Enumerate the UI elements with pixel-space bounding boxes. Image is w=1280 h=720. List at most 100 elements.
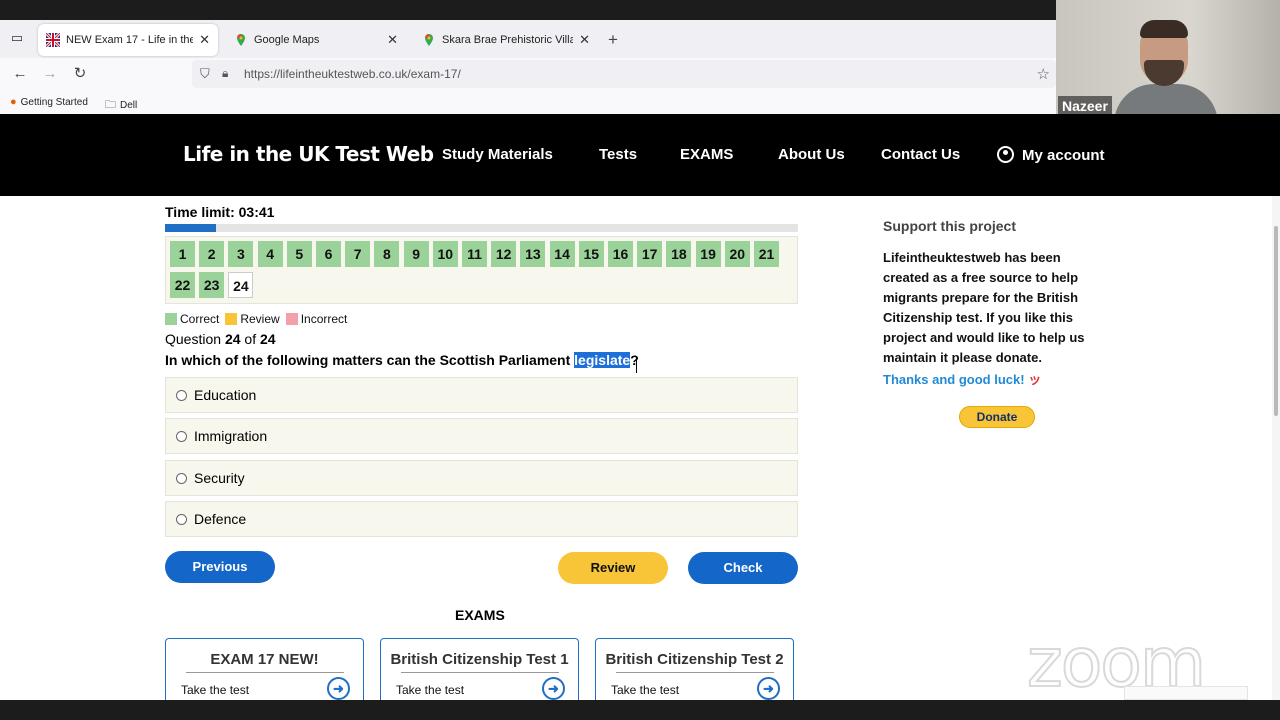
legend-review: Review — [225, 312, 280, 326]
question-number-button[interactable]: 15 — [578, 241, 604, 267]
nav-contact-us[interactable]: Contact Us — [881, 146, 960, 163]
site-logo[interactable]: Life in the UK Test Web — [183, 142, 434, 166]
nav-exams[interactable]: EXAMS — [680, 146, 733, 163]
answer-option[interactable]: Defence — [165, 501, 798, 537]
tab-strip: ▭ NEW Exam 17 - Life in the UK T ✕ Googl… — [0, 20, 1056, 58]
check-button[interactable]: Check — [688, 552, 798, 584]
firefox-icon: ● — [10, 96, 17, 108]
question-number-button[interactable]: 2 — [199, 241, 225, 267]
nav-my-account[interactable]: My account — [997, 146, 1105, 164]
scrollbar-thumb[interactable] — [1274, 226, 1278, 416]
tab-list-icon[interactable]: ▭ — [8, 30, 26, 48]
legend-swatch-incorrect — [285, 313, 298, 325]
text-cursor — [636, 357, 642, 373]
question-number-button[interactable]: 1 — [170, 241, 195, 267]
lock-icon[interactable]: 🔒︎ — [222, 66, 228, 81]
question-number-button[interactable]: 19 — [695, 241, 721, 267]
exam-card-title: British Citizenship Test 1 — [390, 651, 569, 668]
exam-card[interactable]: British Citizenship Test 1 Take the test… — [380, 638, 579, 700]
question-number-button[interactable]: 5 — [286, 241, 312, 267]
donate-button[interactable]: Donate — [959, 406, 1035, 428]
question-number-button[interactable]: 21 — [754, 241, 779, 267]
take-test-link[interactable]: Take the test — [396, 683, 464, 697]
radio-button[interactable] — [176, 430, 187, 442]
scrollbar[interactable] — [1272, 196, 1280, 700]
participant-name: Nazeer — [1058, 96, 1112, 116]
radio-button[interactable] — [176, 389, 187, 401]
nav-about-us[interactable]: About Us — [778, 146, 845, 163]
question-number-button[interactable]: 10 — [432, 241, 458, 267]
question-number-button[interactable]: 22 — [170, 272, 195, 298]
arrow-right-icon[interactable]: ➜ — [757, 677, 780, 700]
timer-progress-fill — [165, 224, 216, 232]
question-number-button[interactable]: 17 — [637, 241, 663, 267]
url-text[interactable]: https://lifeintheuktestweb.co.uk/exam-17… — [244, 67, 461, 81]
close-icon[interactable]: ✕ — [387, 32, 398, 48]
answer-option[interactable]: Security — [165, 460, 798, 496]
nav-study-materials[interactable]: Study Materials — [442, 146, 553, 163]
site-header: Life in the UK Test Web Study Materials … — [0, 114, 1280, 196]
question-number-button[interactable]: 18 — [666, 241, 692, 267]
tab-google-maps[interactable]: Google Maps ✕ — [226, 24, 406, 56]
legend: Correct Review Incorrect — [165, 312, 353, 326]
webcam-video: Nazeer — [1056, 0, 1280, 126]
question-number-button[interactable]: 16 — [608, 241, 633, 267]
forward-icon[interactable]: → — [40, 64, 60, 84]
exam-card-title: EXAM 17 NEW! — [210, 651, 319, 668]
question-number-button[interactable]: 13 — [520, 241, 546, 267]
question-number-button[interactable]: 9 — [403, 241, 429, 267]
support-title: Support this project — [883, 218, 1016, 234]
person-hair — [1140, 20, 1188, 38]
question-number-button[interactable]: 7 — [345, 241, 371, 267]
exam-card-title: British Citizenship Test 2 — [605, 651, 784, 668]
question-number-button[interactable]: 20 — [724, 241, 750, 267]
previous-button[interactable]: Previous — [165, 551, 275, 583]
support-text: Lifeintheuktestweb has been created as a… — [883, 250, 1085, 365]
bookmark-dell[interactable]: 🗀 Dell — [105, 96, 137, 115]
nav-row: ← → ↻ ⛉ 🔒︎ https://lifeintheuktestweb.co… — [0, 58, 1056, 90]
question-number-button[interactable]: 12 — [491, 241, 517, 267]
bookmark-label: Dell — [120, 100, 138, 111]
tab-skara-brae[interactable]: Skara Brae Prehistoric Village - ✕ — [414, 24, 598, 56]
question-number-button[interactable]: 14 — [549, 241, 575, 267]
review-button[interactable]: Review — [558, 552, 668, 584]
time-limit: Time limit: 03:41 — [165, 204, 275, 220]
divider — [186, 672, 344, 673]
close-icon[interactable]: ✕ — [579, 32, 590, 48]
thanks-text: Thanks and good luck! ッ — [883, 369, 1041, 388]
arrow-right-icon[interactable]: ➜ — [327, 677, 350, 700]
answer-option[interactable]: Immigration — [165, 418, 798, 454]
question-number-button[interactable]: 23 — [199, 272, 225, 298]
corner-widget — [1124, 686, 1248, 700]
divider — [616, 672, 774, 673]
bookmark-getting-started[interactable]: ● Getting Started — [10, 96, 88, 108]
take-test-link[interactable]: Take the test — [611, 683, 679, 697]
answer-option[interactable]: Education — [165, 377, 798, 413]
address-bar[interactable]: ⛉ 🔒︎ https://lifeintheuktestweb.co.uk/ex… — [192, 60, 1056, 88]
bookmark-star-icon[interactable]: ☆ — [1037, 65, 1050, 83]
question-number-button[interactable]: 3 — [228, 241, 254, 267]
exam-card[interactable]: EXAM 17 NEW! Take the test ➜ — [165, 638, 364, 700]
take-test-link[interactable]: Take the test — [181, 683, 249, 697]
question-number: 24 — [224, 331, 241, 347]
radio-button[interactable] — [176, 472, 187, 484]
question-number-button[interactable]: 4 — [257, 241, 283, 267]
question-number-button[interactable]: 8 — [374, 241, 400, 267]
shield-icon[interactable]: ⛉ — [200, 66, 210, 82]
reload-icon[interactable]: ↻ — [70, 64, 90, 84]
question-number-button[interactable]: 11 — [462, 241, 487, 267]
question-number-button[interactable]: 6 — [316, 241, 341, 267]
tab-exam[interactable]: NEW Exam 17 - Life in the UK T ✕ — [38, 24, 218, 56]
option-label: Education — [194, 387, 257, 403]
new-tab-icon[interactable]: + — [608, 30, 618, 50]
question-number-button[interactable]: 24 — [228, 272, 254, 298]
back-icon[interactable]: ← — [10, 64, 30, 84]
close-icon[interactable]: ✕ — [199, 32, 210, 48]
arrow-right-icon[interactable]: ➜ — [542, 677, 565, 700]
option-label: Security — [194, 470, 245, 486]
legend-correct: Correct — [165, 312, 219, 326]
radio-button[interactable] — [176, 513, 187, 525]
exam-card[interactable]: British Citizenship Test 2 Take the test… — [595, 638, 794, 700]
nav-tests[interactable]: Tests — [599, 146, 637, 163]
nav-my-account-label: My account — [1022, 147, 1105, 164]
